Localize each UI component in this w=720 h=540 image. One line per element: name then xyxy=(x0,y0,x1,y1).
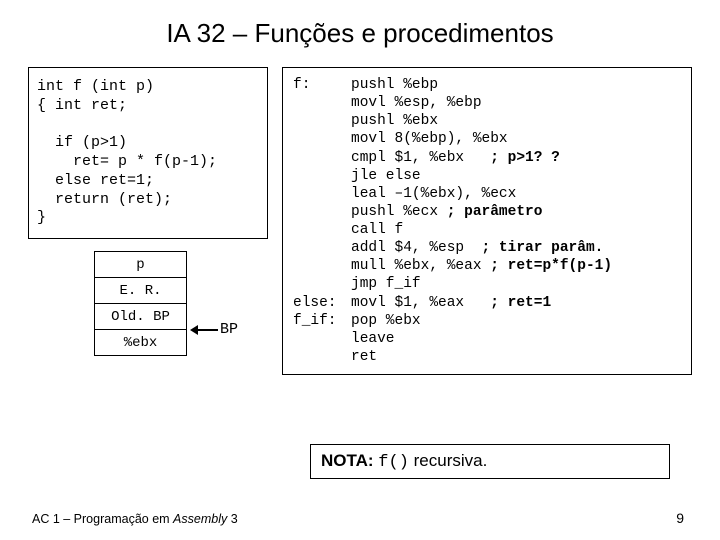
asm-label: f: xyxy=(293,76,351,94)
asm-label xyxy=(293,239,351,257)
stack-cell-er: E. R. xyxy=(95,278,187,304)
content-area: int f (int p) { int ret; if (p>1) ret= p… xyxy=(28,67,692,411)
asm-instruction: pushl %ebp xyxy=(351,76,681,94)
asm-instruction: pushl %ebx xyxy=(351,112,681,130)
asm-label xyxy=(293,167,351,185)
footer-text: AC 1 – Programação em xyxy=(32,512,173,526)
asm-instruction: ret xyxy=(351,348,681,366)
asm-line: else:movl $1, %eax ; ret=1 xyxy=(293,294,681,312)
footer-left: AC 1 – Programação em Assembly 3 xyxy=(32,512,238,526)
footer-tail: 3 xyxy=(227,512,237,526)
asm-line: jle else xyxy=(293,167,681,185)
left-column: int f (int p) { int ret; if (p>1) ret= p… xyxy=(28,67,268,411)
asm-instruction: cmpl $1, %ebx ; p>1? ? xyxy=(351,149,681,167)
asm-label xyxy=(293,185,351,203)
asm-instruction: leave xyxy=(351,330,681,348)
note-prefix: NOTA: xyxy=(321,451,374,470)
asm-label xyxy=(293,330,351,348)
asm-line: movl %esp, %ebp xyxy=(293,94,681,112)
bp-arrow-icon xyxy=(190,326,218,334)
asm-line: movl 8(%ebp), %ebx xyxy=(293,130,681,148)
note-box: NOTA: f() recursiva. xyxy=(310,444,670,479)
asm-line: call f xyxy=(293,221,681,239)
asm-line: ret xyxy=(293,348,681,366)
slide-title: IA 32 – Funções e procedimentos xyxy=(28,18,692,49)
asm-line: f:pushl %ebp xyxy=(293,76,681,94)
stack-cell-p: p xyxy=(95,252,187,278)
asm-instruction: movl $1, %eax ; ret=1 xyxy=(351,294,681,312)
asm-instruction: mull %ebx, %eax ; ret=p*f(p-1) xyxy=(351,257,681,275)
stack-cell-oldbp: Old. BP xyxy=(95,304,187,330)
note-suffix: recursiva. xyxy=(409,451,487,470)
asm-line: jmp f_if xyxy=(293,275,681,293)
assembly-listing: f:pushl %ebpmovl %esp, %ebppushl %ebxmov… xyxy=(282,67,692,375)
stack-table: p E. R. Old. BP %ebx xyxy=(94,251,187,356)
asm-instruction: jle else xyxy=(351,167,681,185)
asm-instruction: pushl %ecx ; parâmetro xyxy=(351,203,681,221)
stack-cell-ebx: %ebx xyxy=(95,330,187,356)
asm-instruction: pop %ebx xyxy=(351,312,681,330)
asm-line: leal –1(%ebx), %ecx xyxy=(293,185,681,203)
asm-line: f_if:pop %ebx xyxy=(293,312,681,330)
asm-instruction: leal –1(%ebx), %ecx xyxy=(351,185,681,203)
asm-label xyxy=(293,275,351,293)
asm-label xyxy=(293,203,351,221)
asm-instruction: call f xyxy=(351,221,681,239)
asm-line: pushl %ecx ; parâmetro xyxy=(293,203,681,221)
asm-label xyxy=(293,112,351,130)
asm-line: addl $4, %esp ; tirar parâm. xyxy=(293,239,681,257)
page-number: 9 xyxy=(676,510,684,526)
asm-line: mull %ebx, %eax ; ret=p*f(p-1) xyxy=(293,257,681,275)
asm-label xyxy=(293,348,351,366)
asm-label xyxy=(293,149,351,167)
asm-instruction: addl $4, %esp ; tirar parâm. xyxy=(351,239,681,257)
asm-label: f_if: xyxy=(293,312,351,330)
stack-frame-diagram: p E. R. Old. BP %ebx BP xyxy=(28,251,268,411)
asm-label xyxy=(293,130,351,148)
asm-label xyxy=(293,221,351,239)
asm-instruction: movl %esp, %ebp xyxy=(351,94,681,112)
asm-label: else: xyxy=(293,294,351,312)
asm-line: cmpl $1, %ebx ; p>1? ? xyxy=(293,149,681,167)
footer-italic: Assembly xyxy=(173,512,227,526)
asm-instruction: movl 8(%ebp), %ebx xyxy=(351,130,681,148)
bp-label: BP xyxy=(220,321,238,338)
asm-label xyxy=(293,257,351,275)
asm-instruction: jmp f_if xyxy=(351,275,681,293)
note-fn: f() xyxy=(378,453,409,472)
asm-line: leave xyxy=(293,330,681,348)
c-source-code: int f (int p) { int ret; if (p>1) ret= p… xyxy=(28,67,268,239)
asm-line: pushl %ebx xyxy=(293,112,681,130)
asm-label xyxy=(293,94,351,112)
